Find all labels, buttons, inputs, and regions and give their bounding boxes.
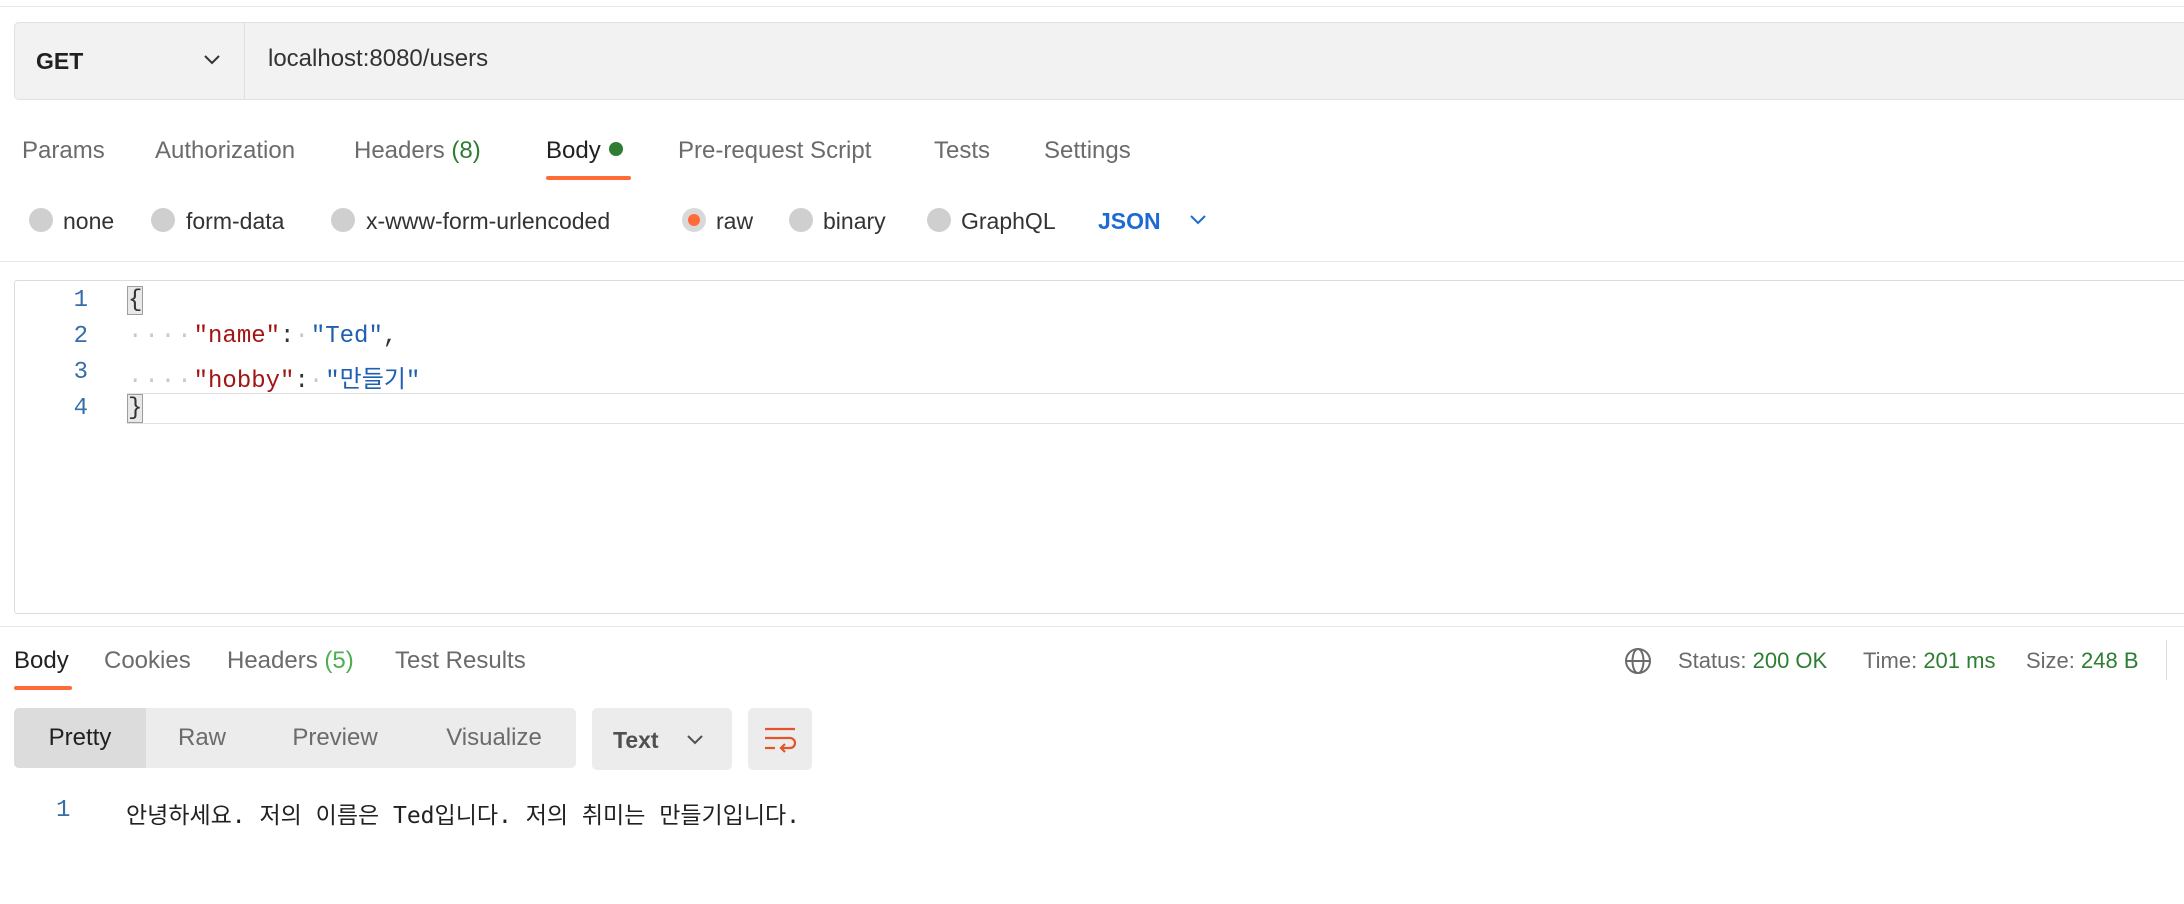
top-divider bbox=[0, 6, 2184, 7]
body-indicator-dot bbox=[608, 142, 623, 156]
response-tab-body[interactable]: Body bbox=[14, 647, 69, 675]
globe-icon[interactable] bbox=[1622, 645, 1654, 677]
json-key: "hobby" bbox=[193, 368, 295, 395]
tab-settings[interactable]: Settings bbox=[1044, 137, 1131, 165]
line-number: 3 bbox=[73, 359, 88, 386]
chevron-down-icon bbox=[687, 735, 703, 745]
status-label: Status: bbox=[1678, 648, 1747, 673]
radio-binary[interactable] bbox=[789, 208, 813, 232]
code-line: ····"hobby":·"만들기" bbox=[128, 359, 420, 395]
radio-label-raw: raw bbox=[716, 208, 754, 234]
radio-graphql[interactable] bbox=[927, 208, 951, 232]
tab-label: Body bbox=[546, 137, 601, 164]
whitespace-marker: ···· bbox=[128, 323, 194, 350]
time-label: Time: bbox=[1863, 648, 1918, 673]
active-tab-underline bbox=[546, 176, 631, 180]
section-divider bbox=[0, 261, 2184, 262]
language-select[interactable]: JSON bbox=[1098, 208, 1161, 235]
tab-authorization[interactable]: Authorization bbox=[155, 137, 295, 165]
whitespace-marker: ···· bbox=[128, 368, 194, 395]
tab-headers[interactable]: Headers (8) bbox=[354, 137, 481, 165]
comma: , bbox=[382, 323, 398, 350]
tab-body[interactable]: Body bbox=[546, 137, 623, 165]
colon: : bbox=[280, 323, 295, 350]
json-key: "name" bbox=[193, 323, 281, 350]
open-brace: { bbox=[126, 286, 144, 315]
line-number: 4 bbox=[73, 395, 88, 422]
status-value: 200 OK bbox=[1752, 648, 1828, 673]
response-tab-test-results[interactable]: Test Results bbox=[395, 647, 526, 675]
size-value: 248 B bbox=[2081, 648, 2139, 673]
whitespace-marker: · bbox=[294, 323, 311, 350]
radio-none[interactable] bbox=[29, 208, 53, 232]
response-divider bbox=[0, 626, 2184, 627]
method-select[interactable]: GET bbox=[14, 22, 245, 100]
radio-raw[interactable] bbox=[682, 208, 706, 232]
line-number: 1 bbox=[73, 287, 88, 314]
line-number: 2 bbox=[73, 323, 88, 350]
response-tab-cookies[interactable]: Cookies bbox=[104, 647, 191, 675]
headers-count: (5) bbox=[324, 647, 354, 674]
time-value: 201 ms bbox=[1923, 648, 1996, 673]
tab-params[interactable]: Params bbox=[22, 137, 105, 165]
response-time[interactable]: Time: 201 ms bbox=[1863, 648, 1995, 674]
size-label: Size: bbox=[2026, 648, 2075, 673]
format-label: Text bbox=[613, 727, 659, 753]
whitespace-marker: · bbox=[308, 368, 326, 395]
tab-label: Params bbox=[22, 137, 105, 164]
view-raw-button[interactable]: Raw bbox=[146, 708, 258, 768]
headers-count: (8) bbox=[451, 137, 481, 164]
tab-label: Pre-request Script bbox=[678, 137, 872, 164]
chevron-down-icon[interactable] bbox=[1188, 213, 1208, 227]
active-tab-underline bbox=[14, 686, 72, 690]
tab-label: Authorization bbox=[155, 137, 296, 164]
radio-label-graphql: GraphQL bbox=[961, 208, 1056, 234]
radio-label-none: none bbox=[63, 208, 115, 234]
response-size[interactable]: Size: 248 B bbox=[2026, 648, 2139, 674]
close-brace: } bbox=[126, 394, 144, 423]
view-preview-button[interactable]: Preview bbox=[268, 708, 402, 768]
current-line-highlight bbox=[127, 393, 2184, 424]
radio-form-data[interactable] bbox=[151, 208, 175, 232]
tab-tests[interactable]: Tests bbox=[934, 137, 990, 165]
radio-urlencoded[interactable] bbox=[331, 208, 355, 232]
tab-label: Headers bbox=[354, 137, 445, 164]
radio-label-urlencoded: x-www-form-urlencoded bbox=[366, 208, 611, 234]
response-tab-headers[interactable]: Headers (5) bbox=[227, 647, 354, 675]
json-value: "Ted" bbox=[310, 323, 383, 350]
tab-label: Settings bbox=[1044, 137, 1131, 164]
response-line-number: 1 bbox=[56, 797, 71, 824]
code-line: ····"name":·"Ted", bbox=[128, 323, 397, 350]
tab-label: Tests bbox=[934, 137, 991, 164]
view-visualize-button[interactable]: Visualize bbox=[424, 708, 564, 768]
radio-label-binary: binary bbox=[823, 208, 886, 234]
view-pretty-button[interactable]: Pretty bbox=[14, 708, 146, 768]
colon: : bbox=[294, 368, 309, 395]
chevron-down-icon bbox=[204, 55, 220, 65]
response-status[interactable]: Status: 200 OK bbox=[1678, 648, 1827, 674]
radio-label-form-data: form-data bbox=[186, 208, 285, 234]
tab-label: Headers bbox=[227, 647, 318, 674]
code-line: } bbox=[126, 394, 144, 423]
tab-pre-request-script[interactable]: Pre-request Script bbox=[678, 137, 871, 165]
response-body-text: 안녕하세요. 저의 이름은 Ted입니다. 저의 취미는 만들기입니다. bbox=[126, 803, 801, 829]
url-input[interactable]: localhost:8080/users bbox=[268, 45, 488, 73]
method-label: GET bbox=[36, 47, 84, 74]
wrap-lines-icon bbox=[765, 727, 797, 753]
json-value: "만들기" bbox=[325, 368, 421, 395]
code-line: { bbox=[126, 286, 144, 315]
vertical-divider bbox=[2166, 640, 2167, 680]
